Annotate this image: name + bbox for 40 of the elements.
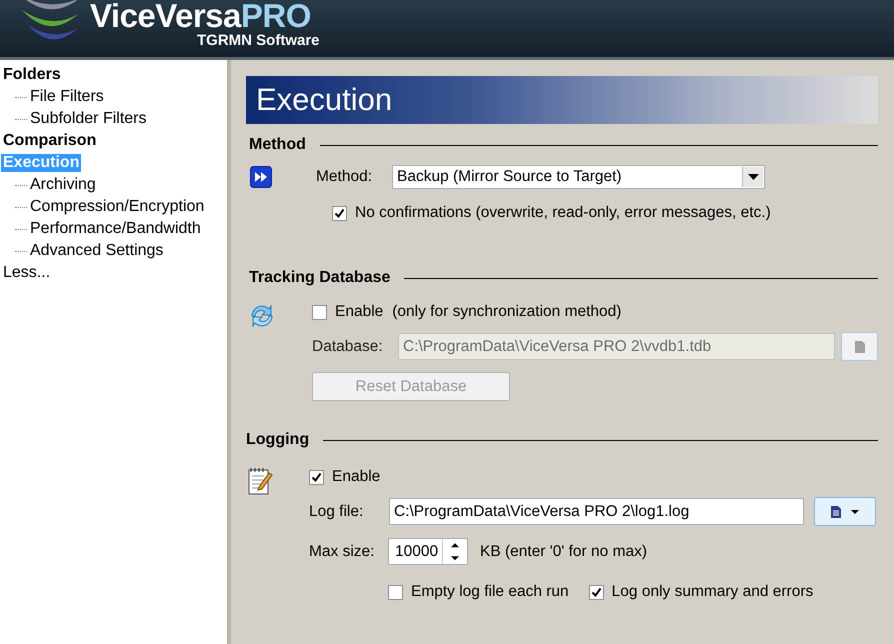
document-icon	[854, 340, 864, 352]
tree-item[interactable]: File Filters	[30, 88, 104, 106]
fast-forward-icon	[250, 166, 272, 188]
section-heading: Method	[249, 136, 306, 154]
tree-item[interactable]: Subfolder Filters	[30, 110, 146, 128]
tree-item[interactable]: Advanced Settings	[30, 242, 164, 260]
tree-item[interactable]: Compression/Encryption	[30, 198, 204, 216]
field-label: Log file:	[309, 502, 364, 520]
max-size-spinner[interactable]: 10000	[388, 538, 468, 565]
hint-text: KB (enter '0' for no max)	[480, 542, 648, 560]
checkbox-label: No confirmations (overwrite, read-only, error messages, etc.)	[355, 204, 771, 222]
tree-item[interactable]: Folders	[3, 66, 61, 84]
notepad-pencil-icon	[247, 466, 275, 496]
tree-item[interactable]: Less...	[3, 264, 50, 282]
checkbox-label: Enable	[335, 303, 384, 321]
hint-text: (only for synchronization method)	[392, 303, 622, 321]
method-dropdown[interactable]: Backup (Mirror Source to Target)	[392, 165, 766, 189]
field-label: Database:	[312, 338, 384, 356]
browse-button[interactable]	[814, 497, 876, 526]
page-title: Execution	[246, 76, 878, 124]
log-file-field[interactable]: C:\ProgramData\ViceVersa PRO 2\log1.log	[389, 498, 804, 525]
tree-item[interactable]: Performance/Bandwidth	[30, 220, 201, 238]
brand-title: ViceVersaPRO	[90, 0, 311, 31]
checkbox-label: Enable	[332, 468, 380, 486]
checkbox[interactable]	[588, 584, 604, 600]
field-label: Method:	[316, 168, 372, 186]
tree-item[interactable]: Archiving	[30, 176, 96, 194]
checkbox[interactable]	[388, 584, 403, 600]
section-heading: Tracking Database	[249, 269, 390, 287]
section-heading: Logging	[246, 431, 310, 449]
tree-item[interactable]: Comparison	[3, 132, 96, 150]
company-name: TGRMN Software	[197, 32, 320, 49]
caret-icon	[851, 510, 859, 514]
checkbox[interactable]	[309, 470, 324, 484]
checkbox-label: Empty log file each run	[411, 583, 569, 601]
checkbox-label: Log only summary and errors	[612, 583, 814, 601]
caret-icon	[748, 174, 759, 180]
checkbox[interactable]	[332, 206, 347, 220]
field-label: Max size:	[309, 542, 376, 560]
document-icon	[831, 506, 841, 518]
